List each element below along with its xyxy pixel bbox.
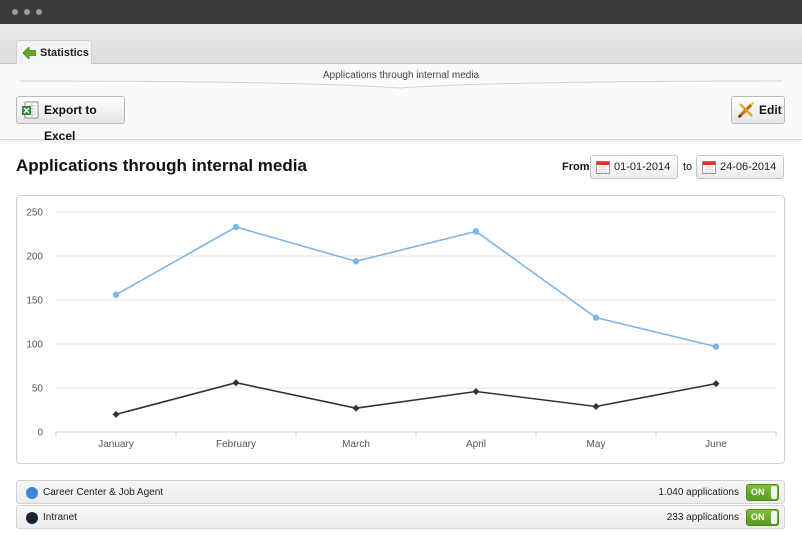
page-title: Applications through internal media xyxy=(16,156,307,175)
legend-row-intranet[interactable]: Intranet 233 applications ON xyxy=(16,505,785,529)
data-point xyxy=(352,404,360,412)
line-chart: 0 50 100 150 200 250 January February March April… xyxy=(16,195,785,464)
data-point xyxy=(712,343,720,350)
y-tick-label: 200 xyxy=(26,252,43,263)
data-point xyxy=(472,388,480,396)
excel-icon xyxy=(22,101,39,119)
y-tick-label: 150 xyxy=(26,296,43,307)
data-point xyxy=(712,380,720,388)
window-dot-icon[interactable] xyxy=(36,9,42,15)
x-tick-label: January xyxy=(98,439,134,450)
series-toggle[interactable]: ON xyxy=(746,484,779,501)
toggle-label: ON xyxy=(751,512,765,522)
date-to-label: to xyxy=(683,161,693,173)
x-tick-label: March xyxy=(342,439,370,450)
series-line xyxy=(115,381,717,416)
y-tick-label: 100 xyxy=(26,340,43,351)
date-from-field[interactable]: 01-01-2014 xyxy=(590,155,678,179)
export-label: Export to Excel xyxy=(44,103,97,143)
legend-series-count: 233 applications xyxy=(666,512,739,523)
series-toggle[interactable]: ON xyxy=(746,509,779,526)
edit-label: Edit xyxy=(759,103,782,117)
data-point xyxy=(592,314,600,321)
data-point xyxy=(112,410,120,418)
calendar-icon xyxy=(596,161,610,174)
date-from-value: 01-01-2014 xyxy=(614,161,671,173)
x-tick-label: April xyxy=(466,439,486,450)
toolbar: Applications through internal media Expo… xyxy=(0,64,802,143)
date-from-label: From xyxy=(562,161,590,173)
back-arrow-icon xyxy=(23,47,36,59)
tab-statistics[interactable]: Statistics xyxy=(16,40,92,65)
data-point xyxy=(592,402,600,410)
y-tick-label: 250 xyxy=(26,208,43,219)
x-tick-label: February xyxy=(216,439,256,450)
pencil-icon xyxy=(737,102,754,119)
data-point xyxy=(112,291,120,298)
tab-label: Statistics xyxy=(40,47,89,59)
export-to-excel-button[interactable]: Export to Excel xyxy=(16,96,125,143)
data-point xyxy=(472,228,480,235)
legend-row-career-center[interactable]: Career Center & Job Agent 1.040 applicat… xyxy=(16,480,785,504)
toggle-label: ON xyxy=(751,487,765,497)
toggle-knob xyxy=(771,511,777,524)
legend-series-count: 1.040 applications xyxy=(658,487,739,498)
y-tick-label: 0 xyxy=(37,428,43,439)
calendar-icon xyxy=(702,161,716,174)
x-tick-label: June xyxy=(705,439,727,450)
series-line xyxy=(115,226,717,348)
date-to-field[interactable]: 24-06-2014 xyxy=(696,155,784,179)
x-tick-label: May xyxy=(587,439,606,450)
tab-strip: Statistics xyxy=(0,24,802,65)
edit-button[interactable]: Edit xyxy=(731,96,785,124)
window-titlebar xyxy=(0,0,802,24)
data-point xyxy=(352,258,360,265)
legend-series-name: Career Center & Job Agent xyxy=(43,487,164,498)
data-point xyxy=(232,223,240,231)
window-dot-icon[interactable] xyxy=(12,9,18,15)
series-color-swatch xyxy=(26,487,38,499)
window-dot-icon[interactable] xyxy=(24,9,30,15)
legend-series-name: Intranet xyxy=(43,512,77,523)
toggle-knob xyxy=(771,486,777,499)
header-swoosh xyxy=(19,80,783,89)
series-color-swatch xyxy=(26,512,38,524)
y-tick-label: 50 xyxy=(32,384,44,395)
data-point xyxy=(232,379,240,387)
chart-svg: 0 50 100 150 200 250 January February March April… xyxy=(26,208,777,450)
date-to-value: 24-06-2014 xyxy=(720,161,777,173)
